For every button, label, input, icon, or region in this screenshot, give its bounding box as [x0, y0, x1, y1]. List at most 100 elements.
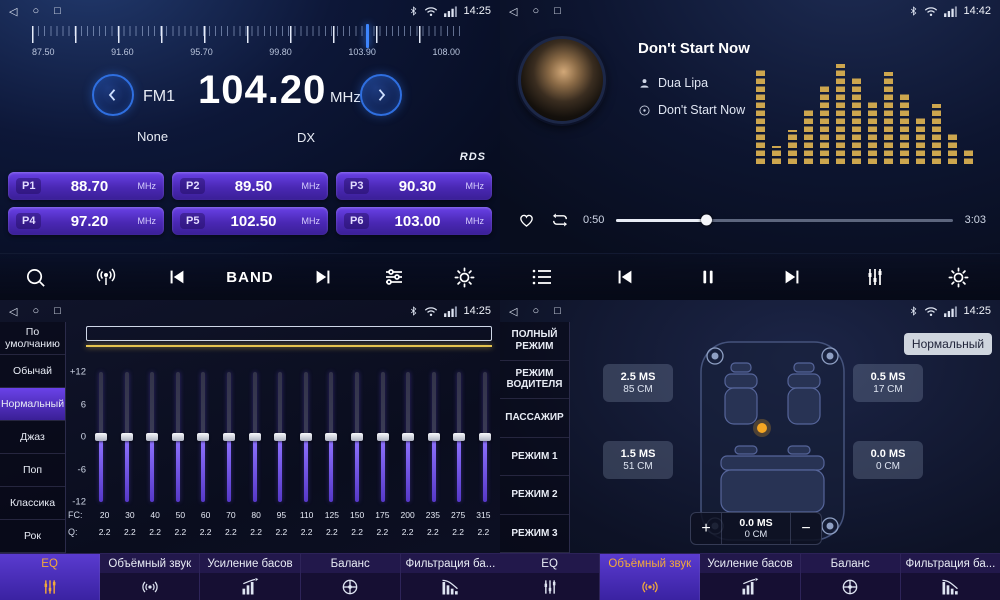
playlist-button[interactable]: [521, 257, 563, 297]
mode-driver[interactable]: РЕЖИМ ВОДИТЕЛЯ: [500, 361, 569, 400]
eq-band-slider[interactable]: [324, 372, 338, 502]
delay-ms: 2.5 MS: [621, 371, 656, 383]
radio-toolbar: BAND: [0, 253, 500, 300]
preset-p6-button[interactable]: P6 103.00 MHz: [336, 207, 492, 235]
tune-sliders-button[interactable]: [373, 257, 415, 297]
eq-preset-default[interactable]: По умолчанию: [0, 322, 65, 355]
tab-eq[interactable]: EQ: [0, 554, 100, 600]
nav-home-icon[interactable]: ○: [532, 305, 539, 318]
nav-back-icon[interactable]: ◁: [509, 305, 517, 318]
eq-preset-custom[interactable]: Обычай: [0, 355, 65, 388]
preset-p1-button[interactable]: P1 88.70 MHz: [8, 172, 164, 200]
profile-button[interactable]: Нормальный: [904, 333, 992, 355]
tune-up-button[interactable]: [360, 74, 402, 116]
eq-band-slider[interactable]: [94, 372, 108, 502]
repeat-button[interactable]: [549, 210, 571, 230]
scan-button[interactable]: [14, 257, 56, 297]
eq-band-slider[interactable]: [350, 372, 364, 502]
pause-button[interactable]: [687, 257, 729, 297]
rear-left-delay[interactable]: 1.5 MS 51 CM: [603, 441, 673, 479]
frequency-scale[interactable]: 87.50 91.60 95.70 99.80 103.90 108.00: [32, 26, 460, 60]
preset-p4-button[interactable]: P4 97.20 MHz: [8, 207, 164, 235]
rds-badge: RDS: [460, 151, 486, 163]
eq-band-slider[interactable]: [478, 372, 492, 502]
nav-recents-icon[interactable]: □: [54, 305, 61, 318]
tab-bass-boost[interactable]: Усиление басов: [700, 554, 800, 600]
settings-button[interactable]: [444, 257, 486, 297]
delay-cm: 17 CM: [873, 384, 902, 395]
mode-full[interactable]: ПОЛНЫЙ РЕЖИМ: [500, 322, 569, 361]
preset-p2-button[interactable]: P2 89.50 MHz: [172, 172, 328, 200]
nav-back-icon[interactable]: ◁: [9, 5, 17, 18]
rear-right-delay[interactable]: 0.0 MS 0 CM: [853, 441, 923, 479]
nav-home-icon[interactable]: ○: [32, 5, 39, 18]
band-button[interactable]: BAND: [226, 269, 273, 286]
preset-p5-button[interactable]: P5 102.50 MHz: [172, 207, 328, 235]
tune-down-button[interactable]: [92, 74, 134, 116]
tab-balance-label: Баланс: [801, 554, 900, 573]
preset-p3-button[interactable]: P3 90.30 MHz: [336, 172, 492, 200]
next-station-button[interactable]: [302, 257, 344, 297]
eq-band-slider[interactable]: [120, 372, 134, 502]
eq-band-slider[interactable]: [145, 372, 159, 502]
visualizer-bar: [836, 64, 845, 164]
next-track-button[interactable]: [771, 257, 813, 297]
eq-band-slider[interactable]: [452, 372, 466, 502]
fc-value: 80: [244, 510, 269, 520]
nav-back-icon[interactable]: ◁: [9, 305, 17, 318]
front-left-delay[interactable]: 2.5 MS 85 CM: [603, 364, 673, 402]
tab-eq[interactable]: EQ: [500, 554, 600, 600]
eq-preset-sidebar: По умолчанию Обычай Нормальный Джаз Поп …: [0, 322, 66, 553]
tab-surround[interactable]: Объёмный звук: [100, 554, 200, 600]
tab-surround[interactable]: Объёмный звук: [600, 554, 700, 600]
eq-band-slider[interactable]: [248, 372, 262, 502]
eq-preset-classic[interactable]: Классика: [0, 487, 65, 520]
clock: 14:25: [463, 305, 491, 317]
eq-band-slider[interactable]: [273, 372, 287, 502]
status-indicators: 14:25: [909, 305, 991, 317]
music-player-screen: ◁ ○ □ 14:42 Don't Start Now Dua Lipa Don…: [500, 0, 1000, 300]
tab-bass-boost[interactable]: Усиление басов: [200, 554, 300, 600]
mode-3[interactable]: РЕЖИМ 3: [500, 515, 569, 554]
eq-band-slider[interactable]: [376, 372, 390, 502]
android-nav: ◁ ○ □: [509, 5, 561, 18]
nav-home-icon[interactable]: ○: [32, 305, 39, 318]
radio-waves-button[interactable]: [85, 257, 127, 297]
delay-decrease-button[interactable]: −: [791, 513, 821, 544]
prev-track-button[interactable]: [604, 257, 646, 297]
prev-station-button[interactable]: [156, 257, 198, 297]
seek-bar[interactable]: [616, 219, 952, 222]
eq-preset-rock[interactable]: Рок: [0, 520, 65, 553]
visualizer-bar: [852, 78, 861, 164]
tab-filter[interactable]: Фильтрация ба...: [401, 554, 500, 600]
eq-band-slider[interactable]: [196, 372, 210, 502]
front-right-delay[interactable]: 0.5 MS 17 CM: [853, 364, 923, 402]
mode-1[interactable]: РЕЖИМ 1: [500, 438, 569, 477]
eq-preset-normal[interactable]: Нормальный: [0, 388, 65, 421]
eq-faders-button[interactable]: [854, 257, 896, 297]
eq-preset-pop[interactable]: Поп: [0, 454, 65, 487]
eq-preset-jazz[interactable]: Джаз: [0, 421, 65, 454]
q-value: 2.2: [117, 527, 142, 537]
nav-recents-icon[interactable]: □: [54, 5, 61, 18]
eq-band-slider[interactable]: [171, 372, 185, 502]
nav-back-icon[interactable]: ◁: [509, 5, 517, 18]
nav-home-icon[interactable]: ○: [532, 5, 539, 18]
eq-band-slider[interactable]: [299, 372, 313, 502]
mode-2[interactable]: РЕЖИМ 2: [500, 476, 569, 515]
album-art[interactable]: [518, 36, 606, 124]
delay-increase-button[interactable]: +: [691, 513, 721, 544]
eq-band-slider[interactable]: [222, 372, 236, 502]
mode-passenger[interactable]: ПАССАЖИР: [500, 399, 569, 438]
nav-recents-icon[interactable]: □: [554, 5, 561, 18]
tab-balance[interactable]: Баланс: [801, 554, 901, 600]
favorite-button[interactable]: [516, 211, 537, 230]
eq-band-slider[interactable]: [427, 372, 441, 502]
tab-filter[interactable]: Фильтрация ба...: [901, 554, 1000, 600]
settings-button[interactable]: [937, 257, 979, 297]
signal-icon: [944, 6, 957, 17]
tab-filter-label: Фильтрация ба...: [401, 554, 500, 573]
nav-recents-icon[interactable]: □: [554, 305, 561, 318]
tab-balance[interactable]: Баланс: [301, 554, 401, 600]
eq-band-slider[interactable]: [401, 372, 415, 502]
